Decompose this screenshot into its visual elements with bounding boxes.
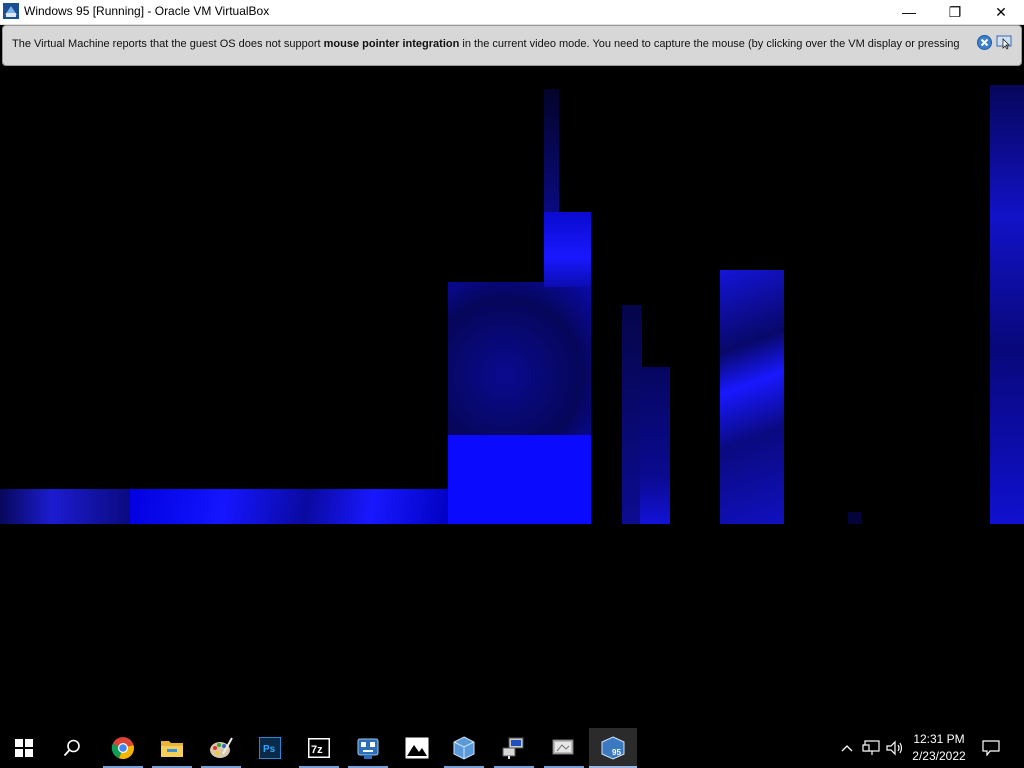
photoshop-icon: Ps — [259, 737, 281, 759]
chevron-up-icon — [841, 745, 853, 752]
guest-artifact — [848, 512, 862, 524]
clock-date: 2/23/2022 — [912, 749, 966, 763]
taskbar-photoshop[interactable]: Ps — [246, 728, 294, 768]
robot-icon — [357, 738, 379, 759]
svg-text:Ps: Ps — [263, 744, 276, 755]
guest-artifact — [990, 85, 1024, 524]
title-bar: Windows 95 [Running] - Oracle VM Virtual… — [0, 0, 1024, 25]
minimize-button[interactable]: — — [886, 0, 932, 24]
show-hidden-icons-button[interactable] — [838, 728, 856, 768]
paint-palette-icon — [210, 737, 233, 758]
7zip-icon: 7z — [308, 738, 330, 758]
vm-display[interactable] — [0, 67, 1024, 728]
taskbar-display-settings[interactable] — [540, 728, 588, 768]
virtualbox-icon — [453, 736, 475, 760]
guest-artifact — [640, 367, 670, 524]
taskbar-chrome[interactable] — [99, 728, 147, 768]
action-center-button[interactable] — [978, 728, 1004, 768]
network-computer-icon — [502, 737, 524, 759]
guest-artifact — [0, 489, 130, 524]
close-icon: ✕ — [995, 3, 1007, 20]
window-title: Windows 95 [Running] - Oracle VM Virtual… — [24, 4, 270, 18]
clock-time: 12:31 PM — [913, 732, 965, 746]
image-icon — [405, 737, 429, 759]
taskbar-photos[interactable] — [393, 728, 441, 768]
dismiss-notification-icon[interactable] — [977, 35, 992, 50]
guest-artifact — [448, 435, 591, 524]
network-status[interactable] — [860, 728, 882, 768]
windows95-vm-icon: 95 — [601, 736, 625, 760]
taskbar-robot-app[interactable] — [344, 728, 392, 768]
guest-artifact — [448, 282, 591, 437]
search-button[interactable] — [48, 728, 96, 768]
minimize-icon: — — [902, 4, 916, 20]
search-icon — [63, 739, 80, 757]
notification-message: The Virtual Machine reports that the gue… — [12, 38, 960, 50]
guest-artifact — [130, 489, 450, 524]
taskbar-file-explorer[interactable] — [148, 728, 196, 768]
guest-artifact — [622, 305, 642, 524]
taskbar-network-tool[interactable] — [490, 728, 538, 768]
guest-artifact — [544, 212, 591, 287]
chrome-icon — [111, 737, 134, 760]
mouse-pointer-integration-icon — [996, 35, 1012, 50]
close-button[interactable]: ✕ — [978, 0, 1024, 24]
windows-logo-icon — [15, 739, 33, 757]
svg-text:7z: 7z — [311, 744, 323, 756]
guest-artifact — [720, 270, 784, 524]
taskbar: Ps 7z 95 12:31 PM 2/23/2022 — [0, 728, 1024, 768]
notification-icon — [982, 740, 1000, 756]
guest-artifact — [544, 89, 559, 214]
volume-control[interactable] — [884, 728, 906, 768]
mouse-integration-notification: The Virtual Machine reports that the gue… — [2, 25, 1022, 66]
start-button[interactable] — [0, 728, 48, 768]
folder-icon — [161, 741, 183, 757]
restore-icon: ❐ — [948, 3, 962, 20]
taskbar-virtualbox-manager[interactable] — [440, 728, 488, 768]
taskbar-paint[interactable] — [197, 728, 245, 768]
network-icon — [862, 740, 880, 755]
speaker-icon — [886, 740, 903, 756]
monitor-icon — [552, 739, 574, 755]
virtualbox-app-icon — [3, 3, 19, 19]
restore-button[interactable]: ❐ — [932, 0, 978, 24]
system-clock[interactable]: 12:31 PM 2/23/2022 — [904, 731, 974, 765]
taskbar-windows95-vm[interactable]: 95 — [589, 728, 637, 768]
svg-text:95: 95 — [612, 748, 621, 757]
taskbar-7zip[interactable]: 7z — [295, 728, 343, 768]
